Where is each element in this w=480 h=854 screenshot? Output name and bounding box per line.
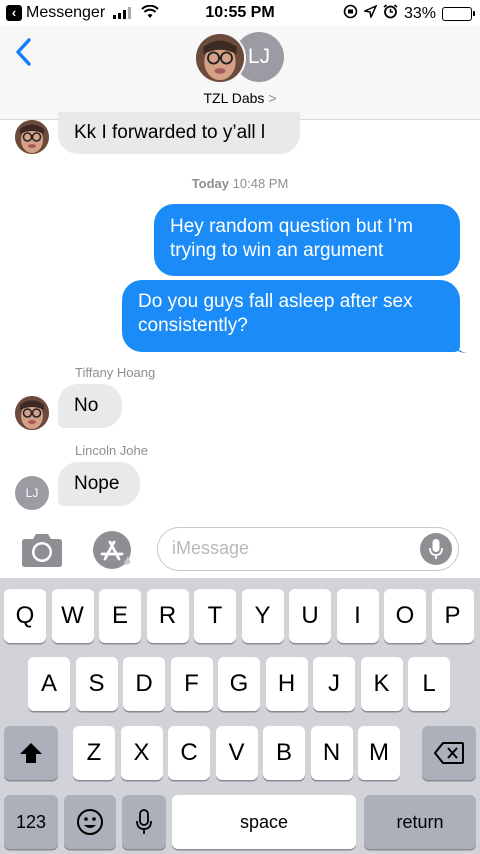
chevron-left-icon	[16, 38, 31, 66]
key-u[interactable]: U	[289, 589, 331, 643]
group-avatars[interactable]: LJ	[194, 30, 290, 86]
key-d[interactable]: D	[123, 657, 165, 711]
key-y[interactable]: Y	[241, 589, 284, 643]
delete-key[interactable]	[422, 726, 476, 780]
key-g[interactable]: G	[218, 657, 260, 711]
title-chevron-icon: >	[268, 90, 277, 106]
key-t[interactable]: T	[194, 589, 236, 643]
avatar	[15, 396, 49, 430]
dictation-key[interactable]	[122, 795, 166, 849]
message-list: Kk I forwarded to y’all l Today 10:48 PM…	[0, 112, 480, 520]
key-q[interactable]: Q	[4, 589, 46, 643]
key-v[interactable]: V	[215, 726, 258, 780]
key-p[interactable]: P	[431, 589, 474, 643]
emoji-icon	[77, 809, 103, 835]
avatar-photo	[194, 32, 246, 84]
key-l[interactable]: L	[408, 657, 450, 711]
app-store-button[interactable]	[90, 530, 134, 570]
message-bubble[interactable]: Nope	[58, 462, 140, 506]
message-bubble[interactable]: Do you guys fall asleep after sex consis…	[122, 280, 460, 352]
timestamp: Today 10:48 PM	[191, 176, 289, 191]
emoji-key[interactable]	[64, 795, 116, 849]
key-k[interactable]: K	[360, 657, 403, 711]
conversation-title[interactable]: TZL Dabs >	[0, 90, 480, 106]
camera-icon	[22, 534, 62, 567]
compose-bar	[0, 520, 480, 578]
rotation-lock-icon	[343, 4, 358, 24]
key-z[interactable]: Z	[73, 726, 115, 780]
alarm-icon	[383, 4, 398, 24]
key-a[interactable]: A	[28, 657, 70, 711]
microphone-icon	[429, 539, 443, 559]
keyboard: QWERTYUIOP ASDFGHJKL ZXCVBNM 123 space r…	[0, 578, 480, 854]
key-h[interactable]: H	[265, 657, 308, 711]
sender-name: Lincoln Johe	[75, 443, 148, 458]
key-e[interactable]: E	[99, 589, 141, 643]
numbers-key[interactable]: 123	[4, 795, 58, 849]
message-bubble[interactable]: No	[58, 384, 122, 428]
status-bar: ‹ Messenger 10:55 PM 33%	[0, 0, 480, 26]
key-w[interactable]: W	[51, 589, 94, 643]
dictation-button[interactable]	[420, 533, 452, 565]
message-input-field[interactable]	[157, 527, 459, 571]
shift-key[interactable]	[4, 726, 58, 780]
message-input[interactable]	[172, 538, 412, 559]
key-x[interactable]: X	[120, 726, 163, 780]
key-n[interactable]: N	[310, 726, 353, 780]
key-c[interactable]: C	[168, 726, 210, 780]
key-s[interactable]: S	[75, 657, 118, 711]
key-o[interactable]: O	[384, 589, 426, 643]
message-bubble[interactable]: Hey random question but I’m trying to wi…	[154, 204, 460, 276]
bubble-tail	[454, 340, 468, 353]
message-bubble[interactable]: Kk I forwarded to y’all l	[58, 112, 300, 154]
location-icon	[362, 4, 378, 23]
camera-button[interactable]	[20, 532, 64, 568]
battery-icon	[442, 7, 475, 21]
back-button[interactable]	[12, 34, 36, 70]
delete-icon	[434, 742, 464, 764]
avatar	[15, 120, 49, 154]
key-m[interactable]: M	[358, 726, 400, 780]
key-j[interactable]: J	[313, 657, 355, 711]
return-key[interactable]: return	[364, 795, 476, 849]
conversation-header: LJ TZL Dabs >	[0, 26, 480, 120]
key-i[interactable]: I	[336, 589, 379, 643]
microphone-icon	[136, 809, 152, 834]
key-f[interactable]: F	[170, 657, 213, 711]
sender-name: Tiffany Hoang	[75, 365, 156, 380]
battery-percent: 33%	[403, 5, 436, 22]
shift-icon	[20, 743, 42, 763]
key-r[interactable]: R	[146, 589, 189, 643]
space-key[interactable]: space	[172, 795, 356, 849]
avatar-lj: LJ	[15, 476, 49, 510]
app-store-icon	[93, 531, 131, 569]
key-b[interactable]: B	[263, 726, 305, 780]
